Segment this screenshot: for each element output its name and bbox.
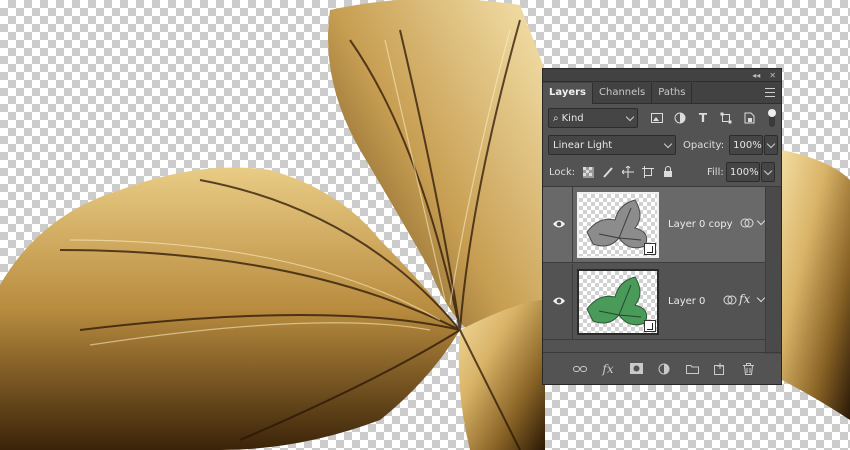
tab-paths[interactable]: Paths <box>652 83 693 103</box>
fill-label: Fill: <box>707 166 724 178</box>
layer-name[interactable]: Layer 0 <box>668 296 705 307</box>
blend-row: Linear Light Opacity: 100% <box>543 133 781 157</box>
panel-bottom-bar: fx <box>543 352 781 384</box>
layer-name[interactable]: Layer 0 copy <box>668 219 732 230</box>
blend-if-icon[interactable] <box>740 217 754 232</box>
filter-toggle-switch[interactable] <box>768 109 776 127</box>
lock-all-icon[interactable] <box>661 165 675 179</box>
link-icon[interactable] <box>573 362 587 376</box>
search-icon: ⌕ <box>553 112 559 124</box>
mask-icon[interactable] <box>629 362 643 376</box>
folder-icon[interactable] <box>685 362 699 376</box>
shape-filter-icon[interactable] <box>719 111 733 125</box>
layers-scrollbar[interactable] <box>765 187 781 354</box>
lock-artboard-icon[interactable] <box>641 165 655 179</box>
layer-row-layer-0[interactable]: Layer 0 fx <box>543 264 767 340</box>
fx-icon[interactable]: fx <box>601 362 615 376</box>
opacity-value: 100% <box>733 139 762 151</box>
lock-label: Lock: <box>549 166 576 178</box>
blend-mode-select[interactable]: Linear Light <box>548 135 676 155</box>
smart-object-badge-icon <box>644 243 656 255</box>
visibility-eye-icon[interactable] <box>552 218 566 230</box>
new-layer-icon[interactable] <box>713 362 727 376</box>
visibility-eye-icon[interactable] <box>552 295 566 307</box>
close-panel-icon[interactable]: ✕ <box>769 71 776 80</box>
tab-channels[interactable]: Channels <box>593 83 653 103</box>
layer-effects-fx-icon[interactable]: fx <box>739 292 750 306</box>
panel-tabs: Layers Channels Paths <box>543 82 781 104</box>
layers-panel: ◂◂ ✕ Layers Channels Paths ⌕ Kind T Line… <box>542 68 782 385</box>
expand-effects-chevron-icon[interactable] <box>756 293 766 303</box>
adjustment-icon[interactable] <box>657 362 671 376</box>
trash-icon[interactable] <box>741 362 755 376</box>
layer-row-layer-0-copy[interactable]: Layer 0 copy <box>543 187 767 263</box>
layer-thumbnail[interactable] <box>577 192 659 258</box>
smart-object-badge-icon <box>644 320 656 332</box>
fill-value: 100% <box>730 166 759 178</box>
lock-row: Lock: Fill: 100% <box>543 161 781 183</box>
lock-image-pixels-icon[interactable] <box>601 165 615 179</box>
lock-position-icon[interactable] <box>621 165 635 179</box>
image-filter-icon[interactable] <box>650 111 664 125</box>
opacity-input[interactable]: 100% <box>729 135 764 155</box>
expand-effects-chevron-icon[interactable] <box>756 216 766 226</box>
filter-kind-value: Kind <box>561 112 584 124</box>
opacity-label: Opacity: <box>683 139 725 151</box>
filter-row: ⌕ Kind T <box>543 106 781 130</box>
panel-menu-icon[interactable] <box>765 88 775 97</box>
blend-if-icon[interactable] <box>723 294 737 309</box>
filter-kind-select[interactable]: ⌕ Kind <box>548 108 638 128</box>
fill-input[interactable]: 100% <box>726 162 760 182</box>
fill-dropdown-button[interactable] <box>761 162 775 182</box>
layers-list: Layer 0 copy Layer 0 fx <box>543 186 781 354</box>
adjustment-filter-icon[interactable] <box>673 111 687 125</box>
type-filter-icon[interactable]: T <box>696 111 710 125</box>
lock-transparent-pixels-icon[interactable] <box>581 165 595 179</box>
opacity-dropdown-button[interactable] <box>764 135 779 155</box>
blend-mode-value: Linear Light <box>553 139 613 151</box>
panel-titlebar: ◂◂ ✕ <box>543 69 781 82</box>
collapse-panel-icon[interactable]: ◂◂ <box>752 71 760 80</box>
tab-layers[interactable]: Layers <box>543 83 593 104</box>
smart-object-filter-icon[interactable] <box>742 111 756 125</box>
layer-thumbnail[interactable] <box>577 269 659 335</box>
